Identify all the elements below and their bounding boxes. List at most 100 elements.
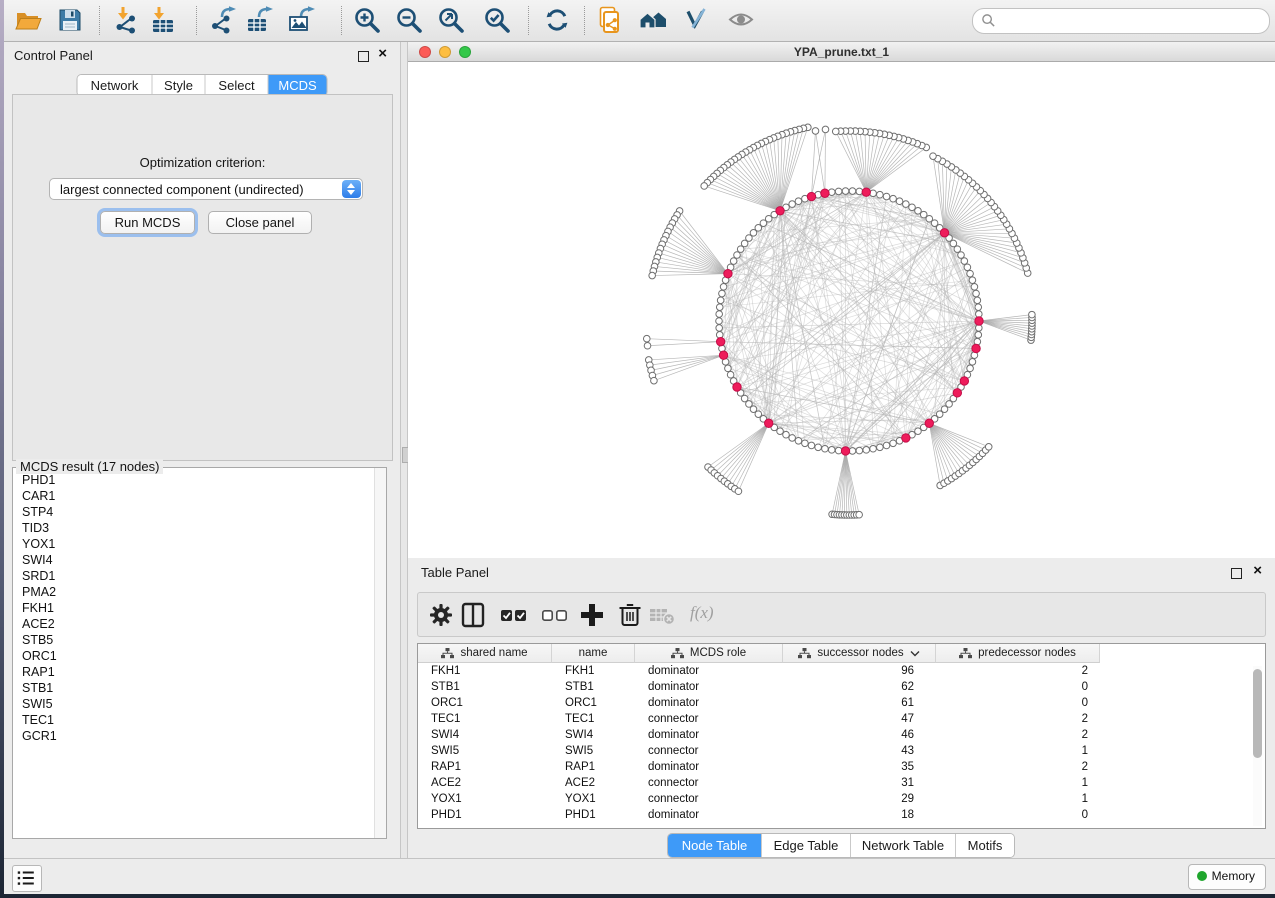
column-header-predecessor-nodes[interactable]: predecessor nodes xyxy=(936,644,1100,663)
mcds-result-item[interactable]: SWI4 xyxy=(13,552,374,568)
application-window: Control Panel × Network Style Select MCD… xyxy=(4,0,1275,893)
table-cell: ORC1 xyxy=(418,695,552,711)
table-cell: 47 xyxy=(783,711,936,727)
export-table-icon[interactable] xyxy=(246,6,274,34)
mcds-result-item[interactable]: ACE2 xyxy=(13,616,374,632)
tree-icon xyxy=(441,648,454,659)
tab-style[interactable]: Style xyxy=(153,75,206,96)
float-window-icon[interactable] xyxy=(358,51,369,62)
memory-button[interactable]: Memory xyxy=(1188,864,1266,890)
tab-network[interactable]: Network xyxy=(78,75,153,96)
column-header-mcds-role[interactable]: MCDS role xyxy=(635,644,783,663)
gear-icon[interactable] xyxy=(427,601,455,629)
float-window-icon[interactable] xyxy=(1231,568,1242,579)
search-input[interactable] xyxy=(1001,11,1260,31)
search-box xyxy=(972,8,1270,34)
column-header-name[interactable]: name xyxy=(552,644,635,663)
network-graph[interactable] xyxy=(408,62,1275,558)
tree-icon xyxy=(959,648,972,659)
table-cell: 1 xyxy=(936,743,1100,759)
table-row[interactable]: FKH1FKH1dominator962 xyxy=(418,663,1251,679)
table-cell: 29 xyxy=(783,791,936,807)
save-icon[interactable] xyxy=(56,6,84,34)
main-toolbar xyxy=(4,0,1275,42)
table-row[interactable]: ORC1ORC1dominator610 xyxy=(418,695,1251,711)
mcds-result-item[interactable]: STB1 xyxy=(13,680,374,696)
result-scrollbar[interactable] xyxy=(374,468,386,838)
delete-column-icon[interactable] xyxy=(616,601,644,629)
mcds-result-item[interactable]: TID3 xyxy=(13,520,374,536)
mcds-result-item[interactable]: STP4 xyxy=(13,504,374,520)
function-builder-icon: f(x) xyxy=(690,603,718,631)
toolbar-separator xyxy=(584,6,585,35)
tab-edge-table[interactable]: Edge Table xyxy=(762,834,851,857)
refresh-icon[interactable] xyxy=(543,6,571,34)
table-row[interactable]: YOX1YOX1connector291 xyxy=(418,791,1251,807)
tab-network-table[interactable]: Network Table xyxy=(851,834,956,857)
mcds-result-item[interactable]: TEC1 xyxy=(13,712,374,728)
table-cell: ACE2 xyxy=(552,775,635,791)
network-window-title: YPA_prune.txt_1 xyxy=(408,45,1275,59)
table-row[interactable]: STB1STB1dominator620 xyxy=(418,679,1251,695)
mcds-result-item[interactable]: FKH1 xyxy=(13,600,374,616)
table-row[interactable]: SWI5SWI5connector431 xyxy=(418,743,1251,759)
mcds-result-title: MCDS result (17 nodes) xyxy=(16,459,163,474)
mcds-result-item[interactable]: CAR1 xyxy=(13,488,374,504)
zoom-out-icon[interactable] xyxy=(395,6,423,34)
table-scrollbar[interactable] xyxy=(1253,666,1262,826)
table-cell: 1 xyxy=(936,775,1100,791)
open-icon[interactable] xyxy=(14,6,42,34)
table-cell: FKH1 xyxy=(552,663,635,679)
mcds-result-item[interactable]: RAP1 xyxy=(13,664,374,680)
mcds-result-item[interactable]: PHD1 xyxy=(13,472,374,488)
table-cell: SWI5 xyxy=(418,743,552,759)
run-mcds-button[interactable]: Run MCDS xyxy=(100,211,195,234)
zoom-in-icon[interactable] xyxy=(353,6,381,34)
node-table: shared name name MCDS role successor nod… xyxy=(417,643,1266,829)
mcds-result-item[interactable]: SWI5 xyxy=(13,696,374,712)
eye-icon[interactable] xyxy=(727,6,755,34)
add-column-icon[interactable] xyxy=(578,601,606,629)
close-panel-icon[interactable]: × xyxy=(1253,562,1262,579)
task-history-button[interactable] xyxy=(12,865,42,892)
split-columns-icon[interactable] xyxy=(459,601,487,629)
scrollbar-thumb[interactable] xyxy=(1253,669,1262,758)
column-header-shared-name[interactable]: shared name xyxy=(418,644,552,663)
table-cell: SWI5 xyxy=(552,743,635,759)
houses-icon[interactable] xyxy=(639,6,667,34)
mcds-result-box: PHD1CAR1STP4TID3YOX1SWI4SRD1PMA2FKH1ACE2… xyxy=(12,467,387,839)
export-image-icon[interactable] xyxy=(288,6,316,34)
zoom-fit-icon[interactable] xyxy=(437,6,465,34)
mcds-result-item[interactable]: SRD1 xyxy=(13,568,374,584)
select-all-icon[interactable] xyxy=(500,601,528,629)
column-header-successor-nodes[interactable]: successor nodes xyxy=(783,644,936,663)
deselect-all-icon[interactable] xyxy=(541,601,569,629)
tab-node-table[interactable]: Node Table xyxy=(668,834,762,857)
eye-slash-icon[interactable] xyxy=(683,6,711,34)
close-panel-icon[interactable]: × xyxy=(378,45,387,63)
vertical-splitter[interactable] xyxy=(400,42,408,858)
table-row[interactable]: TEC1TEC1connector472 xyxy=(418,711,1251,727)
close-panel-button[interactable]: Close panel xyxy=(208,211,312,234)
table-cell: dominator xyxy=(635,727,783,743)
import-table-icon[interactable] xyxy=(149,6,177,34)
export-network-icon[interactable] xyxy=(209,6,237,34)
network-window-titlebar[interactable]: YPA_prune.txt_1 xyxy=(408,42,1275,62)
import-network-icon[interactable] xyxy=(113,6,141,34)
tab-select[interactable]: Select xyxy=(206,75,269,96)
mcds-result-item[interactable]: PMA2 xyxy=(13,584,374,600)
tab-motifs[interactable]: Motifs xyxy=(956,834,1014,857)
tab-mcds[interactable]: MCDS xyxy=(269,75,327,96)
table-row[interactable]: ACE2ACE2connector311 xyxy=(418,775,1251,791)
mcds-result-item[interactable]: GCR1 xyxy=(13,728,374,744)
mcds-result-item[interactable]: ORC1 xyxy=(13,648,374,664)
zoom-selected-icon[interactable] xyxy=(483,6,511,34)
mcds-result-item[interactable]: STB5 xyxy=(13,632,374,648)
network-document-icon[interactable] xyxy=(597,6,625,34)
criterion-select[interactable]: largest connected component (undirected) xyxy=(49,178,363,200)
table-row[interactable]: SWI4SWI4dominator462 xyxy=(418,727,1251,743)
toolbar-separator xyxy=(528,6,529,35)
table-row[interactable]: RAP1RAP1dominator352 xyxy=(418,759,1251,775)
mcds-result-item[interactable]: YOX1 xyxy=(13,536,374,552)
table-row[interactable]: PHD1PHD1dominator180 xyxy=(418,807,1251,823)
